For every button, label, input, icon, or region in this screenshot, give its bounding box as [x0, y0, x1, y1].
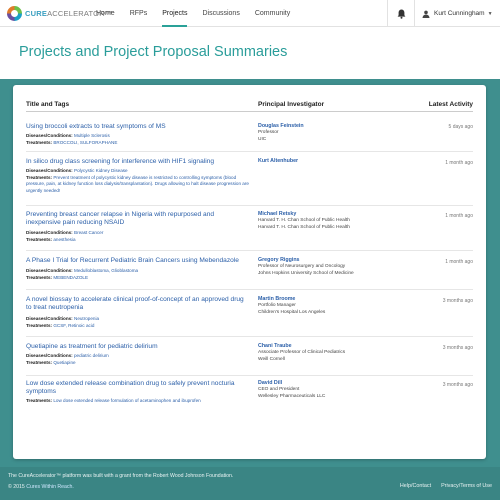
principal-investigator: Martin Broome Portfolio Manager Children… — [258, 296, 408, 316]
treatment-tag[interactable]: anesthesia — [53, 237, 75, 242]
treatment-tag[interactable]: MEBENDAZOLE — [53, 275, 88, 280]
latest-activity: 1 month ago — [445, 213, 473, 219]
project-tags: Treatments: Low dose extended release fo… — [26, 398, 201, 403]
pi-name-link[interactable]: Martin Broome — [258, 296, 408, 303]
help-contact-link[interactable]: Help/Contact — [400, 483, 431, 489]
pi-name-link[interactable]: Kurt Altenhuber — [258, 158, 408, 165]
project-tags: Diseases/Conditions: Polycystic Kidney D… — [26, 168, 249, 193]
logo-ring-icon — [7, 5, 22, 21]
table-row: In silico drug class screening for inter… — [26, 152, 473, 206]
principal-investigator: Kurt Altenhuber — [258, 158, 408, 165]
treatment-tag[interactable]: Quetiapine — [53, 360, 75, 365]
pi-role: Harvard T. H. Chan School of Public Heal… — [258, 217, 350, 223]
nav-rfps[interactable]: RFPs — [130, 0, 148, 27]
page-title: Projects and Project Proposal Summaries — [19, 44, 288, 60]
disease-tag[interactable]: pediatric delirium — [74, 353, 109, 358]
latest-activity: 3 months ago — [442, 382, 473, 388]
disease-tag[interactable]: Neutropenia — [74, 316, 99, 321]
project-tags: Diseases/Conditions: Multiple Sclerosis … — [26, 133, 118, 145]
pi-name-link[interactable]: David Dill — [258, 380, 408, 387]
disease-tag[interactable]: Multiple Sclerosis — [74, 133, 110, 138]
top-navbar: CUREACCELERATOR™ Home RFPs Projects Disc… — [0, 0, 500, 27]
nav-projects[interactable]: Projects — [162, 0, 188, 27]
table-row: A Phase I Trial for Recurrent Pediatric … — [26, 251, 473, 290]
footer-links: Help/Contact Privacy/Terms of Use — [390, 483, 492, 489]
nav-discussions[interactable]: Discussions — [202, 0, 239, 27]
project-tags: Diseases/Conditions: Breast Cancer Treat… — [26, 230, 104, 242]
pi-org: Weill Cornell — [258, 356, 285, 362]
pi-org: Children's Hospital Los Angeles — [258, 309, 326, 315]
latest-activity: 1 month ago — [445, 160, 473, 166]
pi-org: Wellesley Pharmaceuticals LLC — [258, 393, 326, 399]
project-title-link[interactable]: A novel biossay to accelerate clinical p… — [26, 296, 248, 313]
latest-activity: 3 months ago — [442, 298, 473, 304]
pi-org: UIC — [258, 136, 267, 142]
pi-name-link[interactable]: Michael Retsky — [258, 211, 408, 218]
cures-within-reach-link[interactable]: Cures Within Reach. — [26, 484, 74, 490]
chevron-down-icon: ▼ — [487, 10, 493, 17]
column-header-pi: Principal Investigator — [258, 101, 325, 108]
table-row: Low dose extended release combination dr… — [26, 376, 473, 413]
disease-tag[interactable]: Breast Cancer — [74, 230, 103, 235]
privacy-terms-link[interactable]: Privacy/Terms of Use — [441, 483, 492, 489]
pi-role: Portfolio Manager — [258, 302, 296, 308]
project-tags: Diseases/Conditions: Medulloblastoma, Gl… — [26, 268, 139, 280]
latest-activity: 5 days ago — [448, 124, 473, 130]
column-header-title: Title and Tags — [26, 101, 70, 108]
principal-investigator: Chani Traube Associate Professor of Clin… — [258, 343, 408, 363]
column-header-activity: Latest Activity — [428, 101, 473, 108]
pi-name-link[interactable]: Gregory Riggins — [258, 257, 408, 264]
principal-investigator: Douglas Feinstein Professor UIC — [258, 123, 408, 143]
pi-org: Harvard T. H. Chan School of Public Heal… — [258, 224, 350, 230]
principal-investigator: David Dill CEO and President Wellesley P… — [258, 380, 408, 400]
user-menu-button[interactable]: Kurt Cunningham ▼ — [414, 0, 500, 27]
project-title-link[interactable]: A Phase I Trial for Recurrent Pediatric … — [26, 257, 248, 265]
project-title-link[interactable]: Using broccoli extracts to treat symptom… — [26, 123, 248, 131]
latest-activity: 1 month ago — [445, 259, 473, 265]
treatment-tag[interactable]: Low dose extended release formulation of… — [53, 398, 200, 403]
treatment-tag[interactable]: Prevent treatment of polycystic kidney d… — [26, 175, 249, 193]
project-title-link[interactable]: Preventing breast cancer relapse in Nige… — [26, 211, 248, 228]
nav-home[interactable]: Home — [96, 0, 115, 27]
header-divider — [26, 111, 473, 112]
table-row: Quetiapine as treatment for pediatric de… — [26, 337, 473, 376]
user-avatar-icon — [422, 10, 430, 18]
disease-tag[interactable]: Medulloblastoma, Glioblastoma — [74, 268, 138, 273]
footer-grant-text: The CureAccelerator™ platform was built … — [8, 473, 234, 479]
latest-activity: 3 months ago — [442, 345, 473, 351]
pi-name-link[interactable]: Douglas Feinstein — [258, 123, 408, 130]
principal-investigator: Gregory Riggins Professor of Neurosurger… — [258, 257, 408, 277]
disease-tag[interactable]: Polycystic Kidney Disease — [74, 168, 128, 173]
project-tags: Diseases/Conditions: Neutropenia Treatme… — [26, 316, 100, 328]
table-row: Using broccoli extracts to treat symptom… — [26, 118, 473, 152]
pi-role: Associate Professor of Clinical Pediatri… — [258, 349, 346, 355]
project-title-link[interactable]: Low dose extended release combination dr… — [26, 380, 248, 397]
pi-name-link[interactable]: Chani Traube — [258, 343, 408, 350]
footer-copyright: © 2015 Cures Within Reach. — [8, 484, 74, 490]
principal-investigator: Michael Retsky Harvard T. H. Chan School… — [258, 211, 408, 231]
notifications-button[interactable] — [387, 0, 414, 27]
bell-icon — [397, 9, 405, 19]
pi-role: CEO and President — [258, 386, 300, 392]
user-name: Kurt Cunningham — [434, 10, 485, 17]
table-row: A novel biossay to accelerate clinical p… — [26, 290, 473, 337]
project-title-link[interactable]: In silico drug class screening for inter… — [26, 158, 248, 166]
pi-role: Professor of Neurosurgery and Oncology — [258, 263, 346, 269]
nav-community[interactable]: Community — [255, 0, 290, 27]
pi-role: Professor — [258, 129, 279, 135]
pi-org: Johns Hopkins University School of Medic… — [258, 270, 354, 276]
treatment-tag[interactable]: GCSF, Retinoic acid — [53, 323, 94, 328]
table-row: Preventing breast cancer relapse in Nige… — [26, 206, 473, 251]
project-tags: Diseases/Conditions: pediatric delirium … — [26, 353, 109, 365]
project-title-link[interactable]: Quetiapine as treatment for pediatric de… — [26, 343, 248, 351]
treatment-tag[interactable]: BROCCOLI, SULFORAPHANE — [53, 140, 117, 145]
main-nav: Home RFPs Projects Discussions Community — [96, 0, 305, 27]
topbar-right: Kurt Cunningham ▼ — [387, 0, 500, 27]
